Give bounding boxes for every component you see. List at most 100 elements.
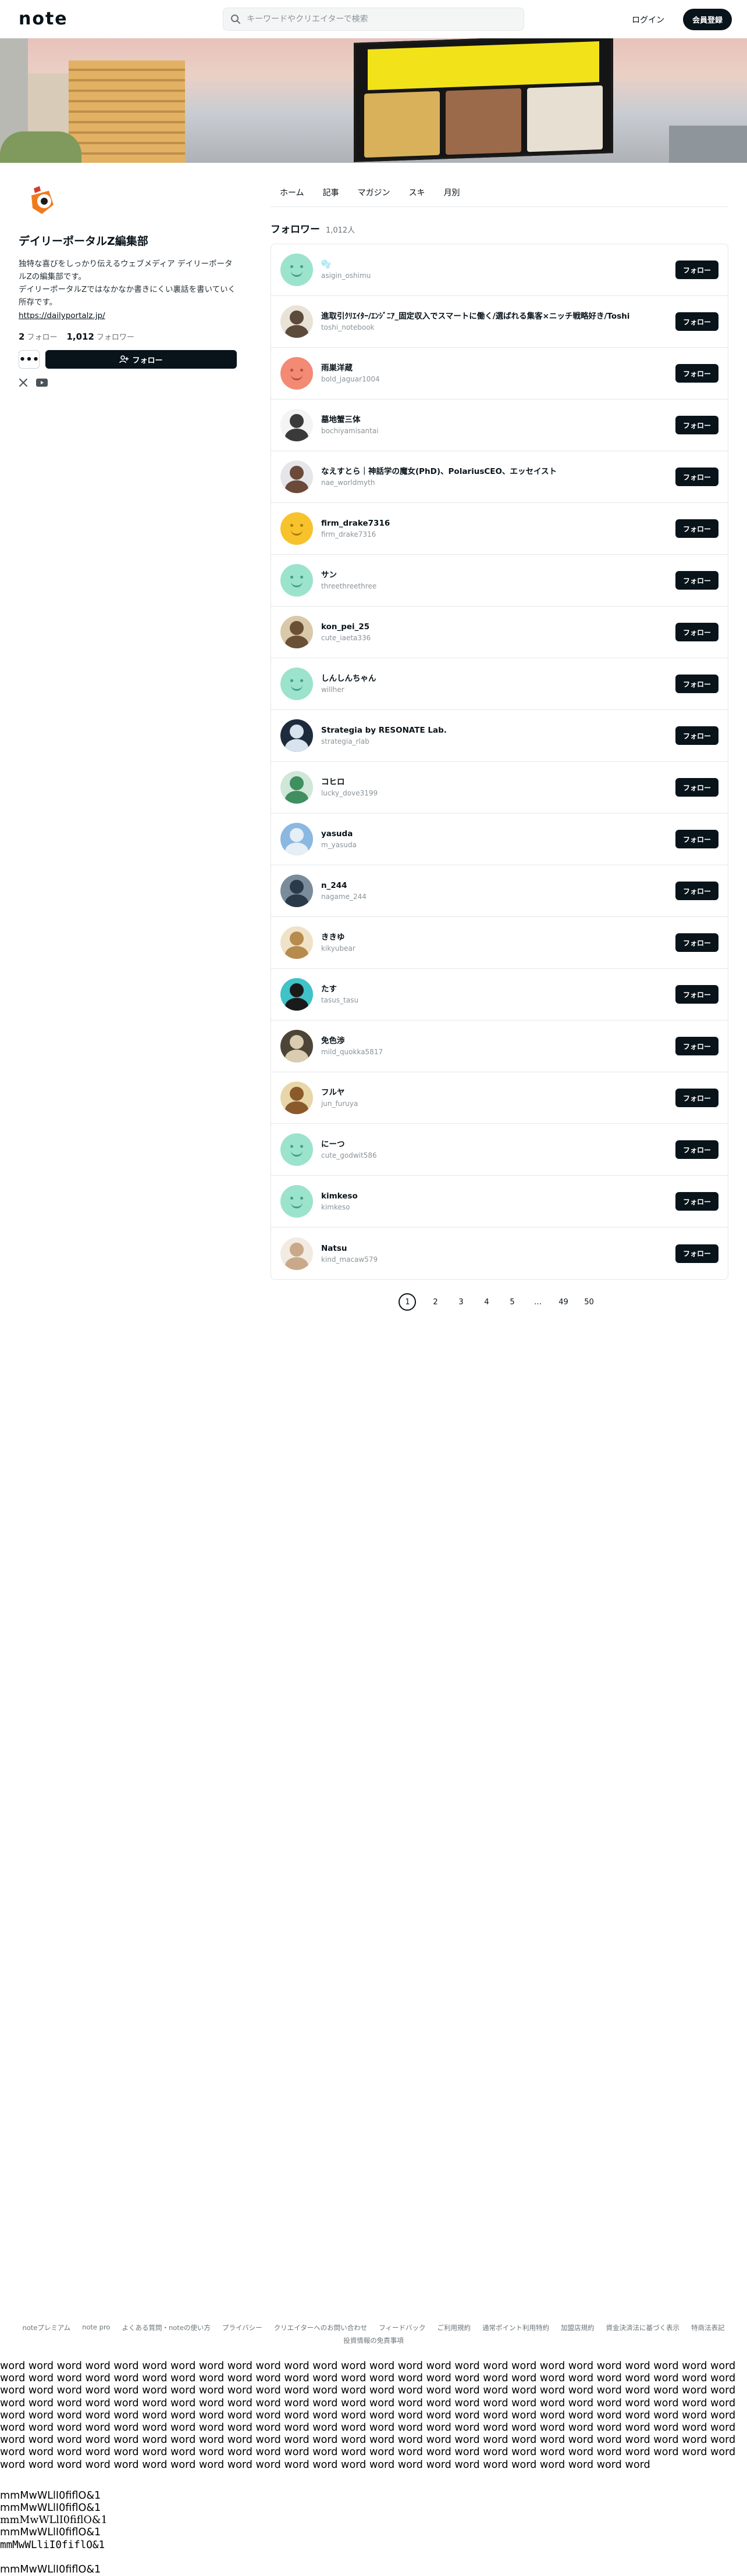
search-box[interactable] [223,8,524,31]
follow-user-button[interactable]: フォロー [675,985,718,1004]
follower-name[interactable]: 🫧 [321,259,675,270]
follower-avatar[interactable] [280,719,313,752]
page-link[interactable]: 50 [578,1293,600,1311]
follower-avatar[interactable] [280,461,313,493]
youtube-icon[interactable] [36,379,48,387]
follower-row[interactable]: 墓地蟹三体 bochiyamisantai フォロー [271,399,728,451]
follower-avatar[interactable] [280,1133,313,1166]
follower-avatar[interactable] [280,668,313,700]
follower-name[interactable]: Natsu [321,1243,675,1254]
follow-user-button[interactable]: フォロー [675,778,718,797]
search-input[interactable] [247,15,503,24]
follow-user-button[interactable]: フォロー [675,364,718,383]
follower-name[interactable]: にーつ [321,1139,675,1150]
footer-link[interactable]: プライバシー [222,2323,262,2332]
follower-avatar[interactable] [280,1082,313,1114]
follower-row[interactable]: しんしんちゃん willher フォロー [271,658,728,710]
follower-avatar[interactable] [280,978,313,1011]
follow-user-button[interactable]: フォロー [675,675,718,693]
follower-name[interactable]: コヒロ [321,776,675,788]
follower-avatar[interactable] [280,616,313,648]
follow-user-button[interactable]: フォロー [675,261,718,279]
tab-monthly[interactable]: 月別 [435,178,469,207]
follower-name[interactable]: n_244 [321,880,675,891]
follower-row[interactable]: フルヤ jun_furuya フォロー [271,1072,728,1124]
follower-avatar[interactable] [280,1185,313,1218]
follower-row[interactable]: サン threethreethree フォロー [271,555,728,606]
page-link[interactable]: 4 [475,1293,497,1311]
follower-name[interactable]: 墓地蟹三体 [321,414,675,426]
follower-name[interactable]: なえすとら｜神話学の魔女(PhD)、PolariusCEO、エッセイスト [321,466,675,477]
page-link[interactable]: 1 [399,1293,417,1311]
follower-row[interactable]: Strategia by RESONATE Lab. strategia_rlab… [271,710,728,762]
follower-name[interactable]: サン [321,569,675,581]
footer-link[interactable]: 投資情報の免責事項 [17,2336,730,2345]
follow-user-button[interactable]: フォロー [675,416,718,434]
follower-row[interactable]: firm_drake7316 firm_drake7316 フォロー [271,503,728,555]
follower-count[interactable]: 1,012 フォロワー [66,331,134,342]
follower-row[interactable]: なえすとら｜神話学の魔女(PhD)、PolariusCEO、エッセイスト nae_… [271,451,728,503]
follower-avatar[interactable] [280,1030,313,1062]
follower-row[interactable]: たす tasus_tasu フォロー [271,969,728,1021]
follower-avatar[interactable] [280,1237,313,1270]
follower-row[interactable]: 雨巣洋蔵 bold_jaguar1004 フォロー [271,348,728,399]
footer-link[interactable]: クリエイターへのお問い合わせ [274,2323,368,2332]
follower-name[interactable]: yasuda [321,828,675,840]
login-button[interactable]: ログイン [621,9,675,30]
follow-user-button[interactable]: フォロー [675,1089,718,1107]
follow-user-button[interactable]: フォロー [675,571,718,590]
follow-user-button[interactable]: フォロー [675,933,718,952]
x-icon[interactable] [19,378,28,387]
page-link[interactable]: 2 [424,1293,446,1311]
follower-avatar[interactable] [280,875,313,907]
tab-likes[interactable]: スキ [400,178,435,207]
footer-link[interactable]: 加盟店規約 [561,2323,595,2332]
follower-row[interactable]: Natsu kind_macaw579 フォロー [271,1228,728,1279]
follower-avatar[interactable] [280,926,313,959]
follow-user-button[interactable]: フォロー [675,1140,718,1159]
follow-user-button[interactable]: フォロー [675,519,718,538]
follower-row[interactable]: yasuda m_yasuda フォロー [271,814,728,865]
follower-name[interactable]: 進取引ｸﾘｴｲﾀｰ/ｴﾝｼﾞﾆｱ_固定収入でスマートに働く/選ばれる集客×ニッチ… [321,311,675,322]
follower-avatar[interactable] [280,254,313,286]
follower-name[interactable]: ききゆ [321,932,675,943]
follower-row[interactable]: 進取引ｸﾘｴｲﾀｰ/ｴﾝｼﾞﾆｱ_固定収入でスマートに働く/選ばれる集客×ニッチ… [271,296,728,348]
note-logo[interactable]: note [19,9,228,29]
follower-row[interactable]: 🫧 asigin_oshimu フォロー [271,244,728,296]
follow-user-button[interactable]: フォロー [675,623,718,641]
follower-row[interactable]: kon_pei_25 cute_iaeta336 フォロー [271,606,728,658]
follower-name[interactable]: 免色渉 [321,1035,675,1047]
follower-name[interactable]: しんしんちゃん [321,673,675,684]
signup-button[interactable]: 会員登録 [682,9,732,30]
footer-link[interactable]: noteプレミアム [22,2323,70,2332]
follower-avatar[interactable] [280,409,313,441]
following-count[interactable]: 2 フォロー [19,331,57,342]
follower-name[interactable]: 雨巣洋蔵 [321,362,675,374]
follow-user-button[interactable]: フォロー [675,1037,718,1055]
follower-avatar[interactable] [280,512,313,545]
footer-link[interactable]: ご利用規約 [437,2323,471,2332]
footer-link[interactable]: 通常ポイント利用特約 [482,2323,549,2332]
follower-row[interactable]: n_244 nagame_244 フォロー [271,865,728,917]
footer-link[interactable]: note pro [82,2323,110,2332]
follower-avatar[interactable] [280,771,313,804]
profile-avatar[interactable] [19,178,65,224]
follow-user-button[interactable]: フォロー [675,312,718,331]
follower-avatar[interactable] [280,305,313,338]
footer-link[interactable]: 特商法表記 [691,2323,725,2332]
follower-row[interactable]: kimkeso kimkeso フォロー [271,1176,728,1228]
follower-name[interactable]: firm_drake7316 [321,518,675,529]
follower-row[interactable]: コヒロ lucky_dove3199 フォロー [271,762,728,814]
follow-user-button[interactable]: フォロー [675,1244,718,1263]
follower-row[interactable]: 免色渉 mild_quokka5817 フォロー [271,1021,728,1072]
more-button[interactable]: ••• [19,350,40,369]
page-link[interactable]: 49 [552,1293,574,1311]
page-link[interactable]: 3 [450,1293,472,1311]
follower-name[interactable]: Strategia by RESONATE Lab. [321,725,675,736]
follower-row[interactable]: ききゆ kikyubear フォロー [271,917,728,969]
follower-avatar[interactable] [280,357,313,390]
footer-link[interactable]: 資金決済法に基づく表示 [606,2323,680,2332]
page-link[interactable]: 5 [501,1293,523,1311]
profile-website-link[interactable]: https://dailyportalz.jp/ [19,309,105,323]
follow-user-button[interactable]: フォロー [675,830,718,848]
